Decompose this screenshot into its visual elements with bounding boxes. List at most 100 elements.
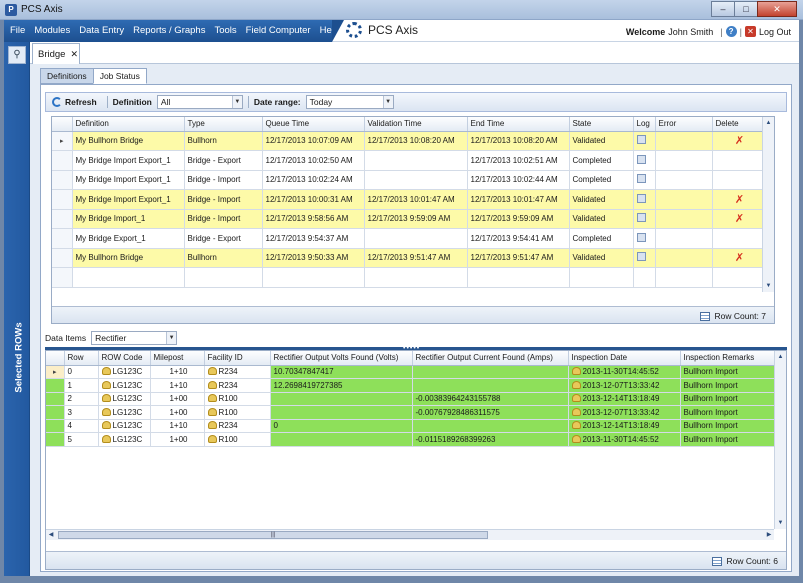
cell-log[interactable] bbox=[633, 131, 656, 151]
close-window-button[interactable]: ✕ bbox=[757, 1, 797, 17]
chevron-down-icon[interactable]: ▼ bbox=[166, 332, 177, 344]
menu-file[interactable]: File bbox=[10, 25, 25, 36]
tab-job-status[interactable]: Job Status bbox=[92, 68, 147, 84]
delete-icon[interactable]: ✗ bbox=[716, 251, 764, 264]
header-error[interactable]: Error bbox=[655, 117, 713, 132]
row-indicator[interactable] bbox=[52, 150, 73, 171]
header-inspection-date[interactable]: Inspection Date bbox=[568, 351, 681, 366]
rectifier-horizontal-scrollbar[interactable]: ◀ ||| ▶ bbox=[46, 529, 774, 540]
row-indicator[interactable] bbox=[46, 405, 65, 420]
table-row[interactable]: ▸ My Bullhorn Bridge Bullhorn 12/17/2013 10… bbox=[52, 131, 765, 151]
table-row[interactable]: 1 LG123C 1+10 R234 12.2698419727385 2013-12-0… bbox=[46, 378, 775, 393]
logout-icon[interactable]: ✕ bbox=[744, 26, 756, 37]
table-row[interactable]: My Bridge Import Export_1 Bridge - Export… bbox=[52, 150, 765, 171]
header-validation-time[interactable]: Validation Time bbox=[364, 117, 468, 132]
minimize-button[interactable]: – bbox=[711, 1, 735, 17]
cell-delete[interactable]: ✗ bbox=[712, 189, 765, 210]
data-items-select[interactable]: Rectifier ▼ bbox=[91, 331, 178, 345]
row-indicator[interactable] bbox=[46, 432, 65, 447]
header-output-volts[interactable]: Rectifier Output Volts Found (Volts) bbox=[270, 351, 413, 366]
selected-rows-label[interactable]: Selected ROWs bbox=[14, 308, 25, 408]
log-icon[interactable] bbox=[636, 252, 646, 262]
cell-log[interactable] bbox=[633, 228, 656, 249]
chevron-down-icon[interactable]: ▼ bbox=[382, 96, 393, 108]
scroll-up-icon[interactable]: ▲ bbox=[775, 351, 786, 363]
header-inspection-remarks[interactable]: Inspection Remarks bbox=[680, 351, 775, 366]
tab-definitions[interactable]: Definitions bbox=[40, 68, 94, 84]
close-icon[interactable]: ✕ bbox=[70, 49, 78, 60]
scroll-down-icon[interactable]: ▼ bbox=[763, 280, 774, 292]
menu-field-computer[interactable]: Field Computer bbox=[246, 25, 311, 36]
log-icon[interactable] bbox=[636, 232, 646, 242]
delete-icon[interactable]: ✗ bbox=[716, 193, 764, 206]
menu-help[interactable]: Help bbox=[320, 25, 340, 36]
delete-icon[interactable]: ✗ bbox=[716, 134, 764, 147]
cell-delete[interactable]: ✗ bbox=[712, 209, 765, 229]
rectifier-grid-scrollbar[interactable]: ▲ ▼ bbox=[774, 351, 786, 529]
header-row-code[interactable]: ROW Code bbox=[98, 351, 151, 366]
header-definition[interactable]: Definition bbox=[72, 117, 185, 132]
row-indicator[interactable] bbox=[52, 189, 73, 210]
table-row[interactable]: My Bullhorn Bridge Bullhorn 12/17/2013 9:5… bbox=[52, 248, 765, 268]
header-queue-time[interactable]: Queue Time bbox=[262, 117, 365, 132]
table-row[interactable]: My Bridge Import Export_1 Bridge - Import… bbox=[52, 189, 765, 210]
menu-reports-graphs[interactable]: Reports / Graphs bbox=[133, 25, 205, 36]
row-indicator[interactable] bbox=[46, 419, 65, 433]
menu-tools[interactable]: Tools bbox=[214, 25, 236, 36]
menu-data-entry[interactable]: Data Entry bbox=[79, 25, 124, 36]
row-indicator[interactable]: ▸ bbox=[46, 365, 65, 379]
tab-bridge[interactable]: Bridge ✕ bbox=[32, 43, 80, 64]
log-icon[interactable] bbox=[636, 135, 646, 145]
cell-log[interactable] bbox=[633, 209, 656, 229]
table-row[interactable]: 3 LG123C 1+00 R100 -0.00767928486311575 2013-… bbox=[46, 405, 775, 420]
header-row[interactable]: Row bbox=[64, 351, 99, 366]
scroll-thumb[interactable]: ||| bbox=[58, 531, 488, 539]
row-indicator[interactable] bbox=[52, 170, 73, 190]
row-indicator[interactable] bbox=[52, 228, 73, 249]
cell-delete[interactable]: ✗ bbox=[712, 248, 765, 268]
row-indicator[interactable] bbox=[52, 248, 73, 268]
definition-select[interactable]: All ▼ bbox=[156, 95, 243, 109]
cell-delete[interactable]: ✗ bbox=[712, 131, 765, 151]
log-icon[interactable] bbox=[636, 154, 646, 164]
cell-log[interactable] bbox=[633, 189, 656, 210]
job-grid-scrollbar[interactable]: ▲ ▼ bbox=[762, 117, 774, 292]
table-row[interactable]: 4 LG123C 1+10 R234 0 2013-12-14T13:18:49 Bullh… bbox=[46, 419, 775, 433]
table-row[interactable]: 2 LG123C 1+00 R100 -0.00383964243155788 2013-… bbox=[46, 392, 775, 406]
help-icon[interactable]: ? bbox=[725, 26, 737, 37]
table-row[interactable]: My Bridge Import_1 Bridge - Import 12/17/2… bbox=[52, 209, 765, 229]
scroll-right-icon[interactable]: ▶ bbox=[764, 530, 774, 540]
header-facility-id[interactable]: Facility ID bbox=[204, 351, 271, 366]
search-icon[interactable]: ⚲ bbox=[8, 46, 26, 64]
cell-log[interactable] bbox=[633, 248, 656, 268]
logout-link[interactable]: Log Out bbox=[759, 27, 791, 37]
row-indicator[interactable] bbox=[52, 209, 73, 229]
header-delete[interactable]: Delete bbox=[712, 117, 765, 132]
chevron-down-icon[interactable]: ▼ bbox=[231, 96, 242, 108]
delete-icon[interactable]: ✗ bbox=[716, 212, 764, 225]
header-type[interactable]: Type bbox=[184, 117, 263, 132]
row-indicator[interactable]: ▸ bbox=[52, 131, 73, 151]
header-milepost[interactable]: Milepost bbox=[150, 351, 205, 366]
scroll-down-icon[interactable]: ▼ bbox=[775, 517, 786, 529]
log-icon[interactable] bbox=[636, 213, 646, 223]
maximize-button[interactable]: □ bbox=[734, 1, 758, 17]
header-output-current[interactable]: Rectifier Output Current Found (Amps) bbox=[412, 351, 569, 366]
menu-modules[interactable]: Modules bbox=[34, 25, 70, 36]
scroll-left-icon[interactable]: ◀ bbox=[46, 530, 56, 540]
table-row[interactable]: My Bridge Import Export_1 Bridge - Import… bbox=[52, 170, 765, 190]
header-log[interactable]: Log bbox=[633, 117, 656, 132]
refresh-button[interactable]: Refresh bbox=[52, 97, 97, 107]
header-end-time[interactable]: End Time bbox=[467, 117, 570, 132]
cell-log[interactable] bbox=[633, 170, 656, 190]
table-row[interactable]: 5 LG123C 1+00 R100 -0.0115189268399263 2013-1… bbox=[46, 432, 775, 447]
row-indicator[interactable] bbox=[46, 378, 65, 393]
log-icon[interactable] bbox=[636, 193, 646, 203]
cell-log[interactable] bbox=[633, 150, 656, 171]
table-row[interactable]: My Bridge Export_1 Bridge - Export 12/17/2… bbox=[52, 228, 765, 249]
row-indicator[interactable] bbox=[46, 392, 65, 406]
scroll-up-icon[interactable]: ▲ bbox=[763, 117, 774, 129]
header-state[interactable]: State bbox=[569, 117, 634, 132]
date-range-select[interactable]: Today ▼ bbox=[305, 95, 394, 109]
log-icon[interactable] bbox=[636, 174, 646, 184]
